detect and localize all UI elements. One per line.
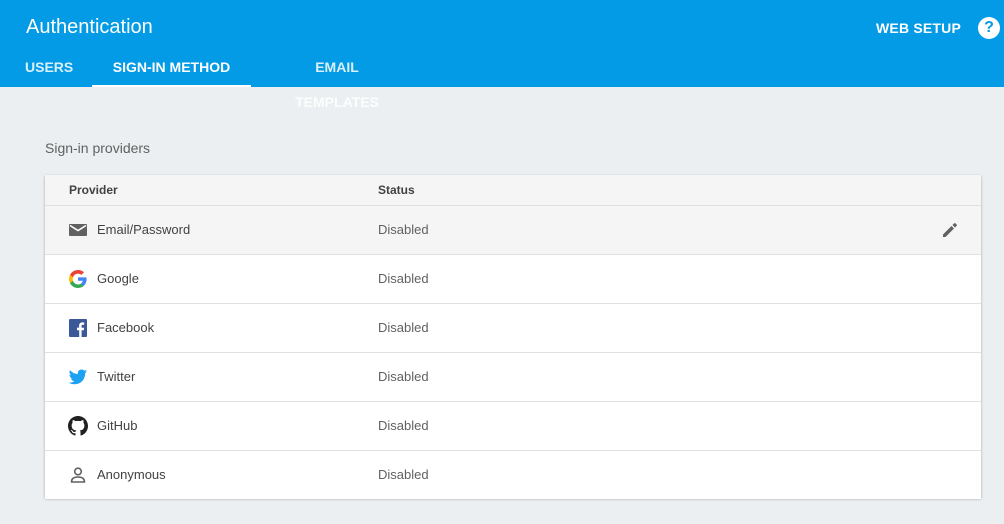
page-title: Authentication bbox=[26, 16, 153, 38]
tab-users[interactable]: USERS bbox=[25, 50, 73, 87]
tab-sign-in-method[interactable]: SIGN-IN METHOD bbox=[92, 50, 251, 87]
person-icon bbox=[68, 465, 88, 485]
section-title: Sign-in providers bbox=[45, 140, 151, 156]
provider-name: Email/Password bbox=[97, 222, 191, 237]
google-icon bbox=[68, 269, 88, 289]
provider-name: GitHub bbox=[97, 418, 138, 433]
github-icon bbox=[68, 416, 88, 436]
email-icon bbox=[68, 220, 88, 240]
tab-bar: USERS SIGN-IN METHOD EMAIL TEMPLATES bbox=[0, 50, 600, 110]
table-row[interactable]: Facebook Disabled bbox=[45, 304, 981, 353]
provider-name: Anonymous bbox=[97, 467, 166, 482]
provider-status: Disabled bbox=[378, 320, 429, 335]
provider-name: Google bbox=[97, 271, 139, 286]
table-header: Provider Status bbox=[45, 175, 981, 206]
tab-users-label: USERS bbox=[25, 59, 74, 75]
tab-sign-in-method-label: SIGN-IN METHOD bbox=[112, 59, 231, 75]
table-row[interactable]: Email/Password Disabled bbox=[45, 206, 981, 255]
web-setup-button[interactable]: WEB SETUP bbox=[876, 20, 961, 36]
table-row[interactable]: Anonymous Disabled bbox=[45, 451, 981, 499]
provider-status: Disabled bbox=[378, 369, 429, 384]
provider-name: Facebook bbox=[97, 320, 155, 335]
column-header-status: Status bbox=[378, 183, 415, 197]
provider-status: Disabled bbox=[378, 418, 429, 433]
table-row[interactable]: GitHub Disabled bbox=[45, 402, 981, 451]
active-tab-indicator bbox=[92, 85, 251, 87]
provider-name: Twitter bbox=[97, 369, 136, 384]
provider-status: Disabled bbox=[378, 271, 429, 286]
provider-status: Disabled bbox=[378, 222, 429, 237]
facebook-icon bbox=[68, 318, 88, 338]
provider-status: Disabled bbox=[378, 467, 429, 482]
table-row[interactable]: Google Disabled bbox=[45, 255, 981, 304]
pencil-icon[interactable] bbox=[940, 220, 960, 240]
help-icon[interactable]: ? bbox=[978, 17, 1000, 39]
twitter-icon bbox=[68, 367, 88, 387]
tab-email-templates-label: EMAIL TEMPLATES bbox=[295, 59, 379, 110]
app-header: Authentication WEB SETUP ? USERS SIGN-IN… bbox=[0, 0, 1004, 110]
table-row[interactable]: Twitter Disabled bbox=[45, 353, 981, 402]
column-header-provider: Provider bbox=[69, 183, 118, 197]
tab-email-templates[interactable]: EMAIL TEMPLATES bbox=[275, 50, 399, 110]
providers-table: Provider Status Email/Password Disabled bbox=[45, 175, 981, 499]
